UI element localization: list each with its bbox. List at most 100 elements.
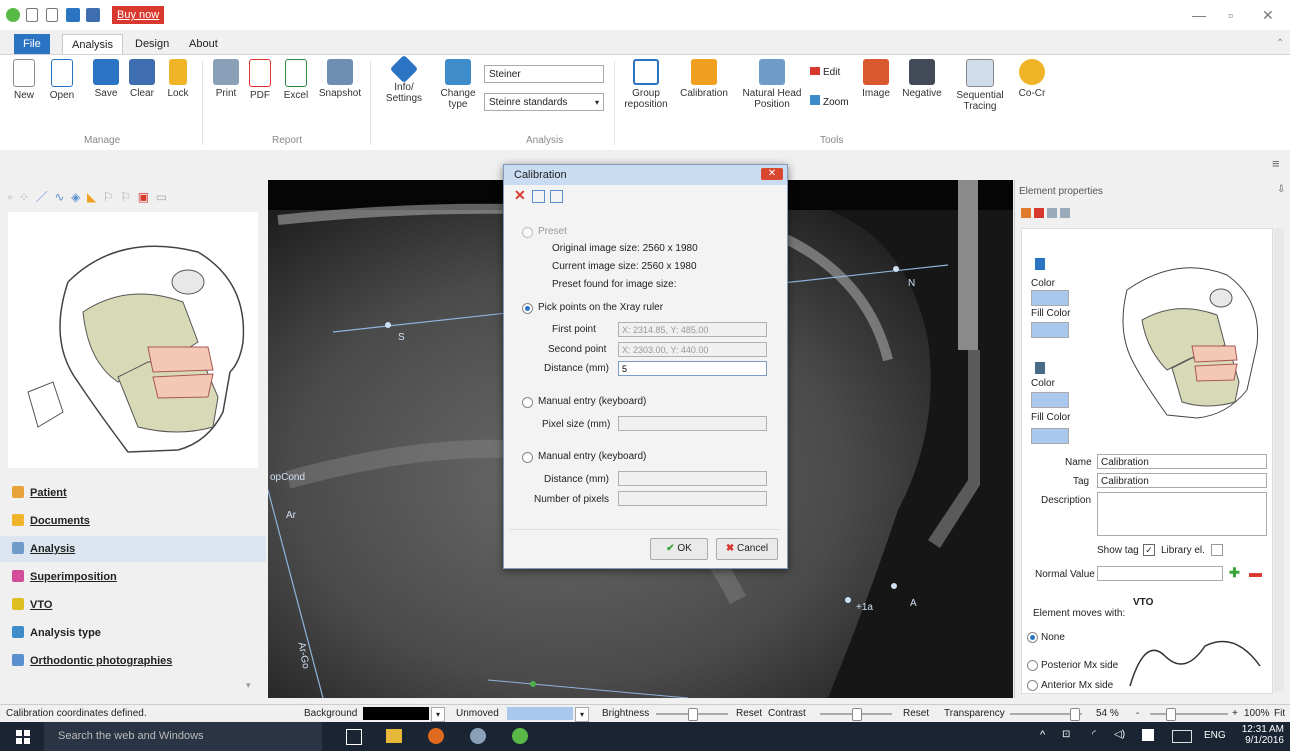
brightness-handle[interactable] <box>688 708 698 721</box>
windows-start-icon[interactable] <box>16 730 30 744</box>
expand-chevron-icon[interactable]: ▾ <box>246 680 251 691</box>
eraser-tool-icon[interactable]: ▭ <box>156 190 167 204</box>
normal-value-input[interactable] <box>1097 566 1223 581</box>
pdf-button[interactable]: PDF <box>242 59 278 101</box>
sequential-tracing-button[interactable]: Sequential Tracing <box>952 59 1008 112</box>
ruler-tool-icon[interactable]: ◣ <box>87 190 96 204</box>
zoom-button[interactable]: Zoom <box>810 95 849 108</box>
unmoved-color-swatch[interactable] <box>507 707 573 720</box>
firefox-icon[interactable] <box>428 728 444 744</box>
maximize-icon[interactable]: ▫ <box>1228 7 1233 23</box>
delete-tool-icon[interactable]: ▣ <box>138 190 149 204</box>
dialog-close-button[interactable]: ✕ <box>761 168 783 180</box>
num-pixels-input[interactable] <box>618 491 767 506</box>
task-view-icon[interactable] <box>346 729 362 745</box>
prop-tool-2-icon[interactable] <box>1034 208 1045 218</box>
manual-entry-radio[interactable] <box>522 397 533 408</box>
image-button[interactable]: Image <box>858 59 894 99</box>
angle-tool-icon[interactable]: ◈ <box>71 190 80 204</box>
points-tool-icon[interactable]: ⁘ <box>19 190 29 204</box>
edit-button[interactable]: Edit <box>810 67 840 78</box>
calibration-button[interactable]: Calibration <box>678 59 730 99</box>
background-color-swatch[interactable] <box>363 707 429 720</box>
unmoved-dropdown-icon[interactable]: ▾ <box>575 707 589 722</box>
notifications-icon[interactable] <box>1142 729 1154 741</box>
nav-orthodontic-photographies[interactable]: Orthodontic photographies <box>0 648 266 674</box>
name-input[interactable]: Calibration <box>1097 454 1267 469</box>
print-button[interactable]: Print <box>208 59 244 99</box>
excel-button[interactable]: Excel <box>278 59 314 101</box>
group-reposition-button[interactable]: Group reposition <box>618 59 674 110</box>
standards-select[interactable]: Steinre standards ▾ <box>484 93 604 111</box>
zoom-slider[interactable] <box>1150 713 1228 715</box>
zoom-out-icon[interactable]: - <box>1136 708 1139 719</box>
nav-analysis-type[interactable]: Analysis type <box>0 620 266 646</box>
nav-patient[interactable]: Patient <box>0 480 266 506</box>
tray-chevron-icon[interactable]: ^ <box>1040 729 1045 741</box>
fill-color-picker-2[interactable] <box>1031 428 1069 444</box>
contrast-handle[interactable] <box>852 708 862 721</box>
prop-tool-1-icon[interactable] <box>1021 208 1031 218</box>
moves-none-radio[interactable] <box>1027 632 1038 643</box>
zoom-in-icon[interactable]: + <box>1232 708 1238 719</box>
distance-input[interactable]: 5 <box>618 361 767 376</box>
select-tool-icon[interactable]: ▫ <box>8 190 12 204</box>
tab-about[interactable]: About <box>180 34 227 54</box>
volume-icon[interactable]: ◁) <box>1114 729 1125 740</box>
marker2-tool-icon[interactable]: ⚐ <box>120 190 131 204</box>
tag-input[interactable]: Calibration <box>1097 473 1267 488</box>
tab-analysis[interactable]: Analysis <box>62 34 123 55</box>
prop-tool-3-icon[interactable] <box>1047 208 1058 218</box>
moves-posterior-radio[interactable] <box>1027 660 1038 671</box>
keyboard-icon[interactable] <box>1172 730 1192 743</box>
nav-superimposition[interactable]: Superimposition <box>0 564 266 590</box>
props-scrollbar[interactable] <box>1274 228 1284 692</box>
negative-button[interactable]: Negative <box>900 59 944 99</box>
collapse-ribbon-icon[interactable]: ⌃ <box>1276 38 1284 49</box>
landmark-1a[interactable]: +1a <box>856 602 873 613</box>
zoom-handle[interactable] <box>1166 708 1176 721</box>
network-icon[interactable]: ⊡ <box>1062 729 1070 740</box>
table-icon[interactable] <box>532 190 545 203</box>
clear-button[interactable]: Clear <box>124 59 160 99</box>
new-quick-icon[interactable] <box>26 8 38 22</box>
natural-head-position-button[interactable]: Natural Head Position <box>740 59 804 110</box>
pick-points-radio[interactable] <box>522 303 533 314</box>
save-dialog-icon[interactable] <box>550 190 563 203</box>
landmark-opcond[interactable]: opCond <box>270 472 305 483</box>
lock-button[interactable]: Lock <box>160 59 196 99</box>
remove-icon[interactable]: ▬ <box>1249 565 1262 580</box>
brightness-reset-button[interactable]: Reset <box>736 708 762 719</box>
background-dropdown-icon[interactable]: ▾ <box>431 707 445 722</box>
color-picker-2[interactable] <box>1031 392 1069 408</box>
prop-tool-4-icon[interactable] <box>1060 208 1071 218</box>
clock[interactable]: 12:31 AM 9/1/2016 <box>1236 724 1284 746</box>
clear-quick-icon[interactable] <box>86 8 100 22</box>
language-indicator[interactable]: ENG <box>1204 730 1226 741</box>
open-button[interactable]: Open <box>44 59 80 101</box>
buy-now-button[interactable]: Buy now <box>112 6 165 24</box>
save-quick-icon[interactable] <box>66 8 80 22</box>
new-button[interactable]: New <box>6 59 42 101</box>
file-explorer-icon[interactable] <box>386 729 402 743</box>
show-tag-checkbox[interactable]: ✓ <box>1143 544 1155 556</box>
nav-vto[interactable]: VTO <box>0 592 266 618</box>
fill-color-picker-1[interactable] <box>1031 322 1069 338</box>
search-box[interactable]: Search the web and Windows <box>44 722 322 751</box>
delete-icon[interactable]: ✕ <box>514 187 526 204</box>
nav-documents[interactable]: Documents <box>0 508 266 534</box>
fit-button[interactable]: Fit <box>1274 708 1285 719</box>
save-button[interactable]: Save <box>88 59 124 99</box>
manual-entry-2-radio[interactable] <box>522 452 533 463</box>
color-picker-1[interactable] <box>1031 290 1069 306</box>
tab-design[interactable]: Design <box>126 34 178 54</box>
wifi-icon[interactable]: ◜ <box>1092 729 1096 740</box>
close-icon[interactable]: ✕ <box>1262 7 1274 24</box>
landmark-ar[interactable]: Ar <box>286 510 296 521</box>
snapshot-button[interactable]: Snapshot <box>316 59 364 99</box>
ok-button[interactable]: ✔ OK <box>650 538 708 560</box>
co-cr-button[interactable]: Co-Cr <box>1012 59 1052 99</box>
library-el-checkbox[interactable] <box>1211 544 1223 556</box>
marker-tool-icon[interactable]: ⚐ <box>103 190 114 204</box>
tab-file[interactable]: File <box>14 34 50 54</box>
